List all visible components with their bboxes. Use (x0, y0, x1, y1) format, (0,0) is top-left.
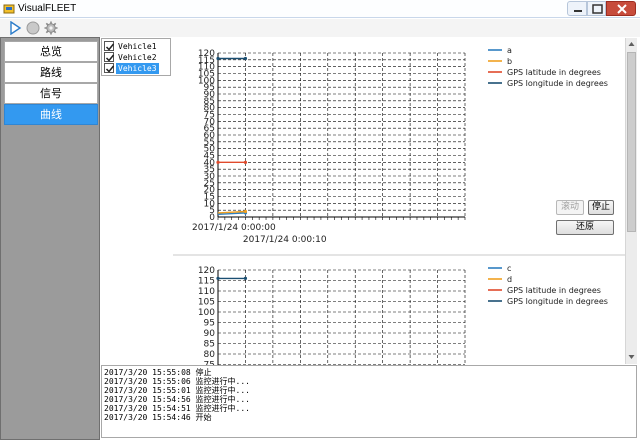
vehicle-label: Vehicle3 (116, 63, 159, 74)
legend-label: d (507, 275, 512, 284)
stop-icon[interactable] (26, 21, 40, 35)
legend-label: GPS latitude in degrees (507, 68, 601, 77)
title-bar: VisualFLEET (0, 0, 640, 18)
legend-label: GPS longitude in degrees (507, 297, 608, 306)
check-icon (105, 43, 115, 51)
y-tick-label: 90 (204, 329, 216, 339)
gear-icon[interactable] (44, 21, 58, 35)
data-point (216, 160, 220, 164)
minimize-button[interactable] (567, 1, 587, 16)
log-line: 2017/3/20 15:55:01 监控进行中... (104, 386, 250, 395)
stop-button[interactable]: 停止 (588, 200, 614, 215)
chart-separator (173, 254, 625, 256)
vehicle-checkbox[interactable] (104, 63, 115, 73)
maximize-icon (592, 4, 603, 14)
nav-item-curve[interactable]: 曲线 (4, 104, 98, 125)
y-tick-label: 120 (198, 49, 215, 59)
y-tick-label: 120 (198, 266, 215, 276)
navigation-panel: 总览 路线 信号 曲线 (0, 37, 100, 440)
vehicle-item[interactable]: Vehicle3 (104, 63, 170, 74)
log-line: 2017/3/20 15:54:51 监控进行中... (104, 404, 250, 413)
scroll-up-icon[interactable] (626, 38, 637, 50)
y-tick-label: 115 (198, 277, 215, 287)
vehicle-label: Vehicle1 (118, 42, 157, 51)
maximize-button[interactable] (587, 1, 606, 16)
chart-bottom: 6065707580859095100105110115120cdGPS lat… (198, 264, 608, 366)
y-tick-label: 80 (204, 350, 216, 360)
data-point (243, 56, 248, 61)
x-tick-label: 2017/1/24 0:00:00 (192, 223, 276, 233)
nav-item-overview[interactable]: 总览 (4, 41, 98, 62)
data-point (243, 209, 248, 214)
legend-label: GPS latitude in degrees (507, 286, 601, 295)
scroll-down-icon[interactable] (626, 351, 637, 363)
legend-label: b (507, 57, 512, 66)
close-button[interactable] (606, 1, 636, 16)
vertical-scrollbar[interactable] (625, 38, 637, 364)
log-line: 2017/3/20 15:54:56 监控进行中... (104, 395, 250, 404)
vehicle-list: Vehicle1 Vehicle2 Vehicle3 (101, 38, 171, 76)
data-point (216, 56, 220, 61)
legend-label: a (507, 46, 512, 55)
scrollbar-thumb[interactable] (627, 52, 636, 232)
vehicle-item[interactable]: Vehicle1 (104, 41, 170, 52)
nav-item-signal[interactable]: 信号 (4, 83, 98, 104)
app-icon (3, 4, 15, 14)
nav-item-route[interactable]: 路线 (4, 62, 98, 83)
close-icon (617, 4, 627, 14)
log-line: 2017/3/20 15:54:46 开始 (104, 413, 212, 422)
x-tick-label: 2017/1/24 0:00:10 (243, 235, 327, 245)
play-icon[interactable] (8, 21, 22, 35)
check-icon (105, 65, 115, 73)
vehicle-checkbox[interactable] (104, 41, 115, 51)
data-point (243, 160, 248, 164)
data-point (216, 276, 220, 280)
legend-label: GPS longitude in degrees (507, 79, 608, 88)
y-tick-label: 85 (204, 340, 215, 350)
minimize-icon (574, 10, 582, 12)
toolbar (0, 19, 640, 37)
y-tick-label: 110 (198, 287, 215, 297)
vehicle-item[interactable]: Vehicle2 (104, 52, 170, 63)
data-point (243, 276, 248, 280)
log-line: 2017/3/20 15:55:06 监控进行中... (104, 377, 250, 386)
vehicle-checkbox[interactable] (104, 52, 115, 62)
scroll-button[interactable]: 滚动 (556, 200, 584, 215)
reset-button[interactable]: 还原 (556, 220, 614, 235)
log-panel: 2017/3/20 15:55:08 停止 2017/3/20 15:55:06… (101, 365, 637, 438)
y-tick-label: 100 (198, 308, 215, 318)
window-title: VisualFLEET (18, 3, 77, 14)
legend-label: c (507, 264, 511, 273)
vehicle-label: Vehicle2 (118, 53, 157, 62)
y-tick-label: 95 (204, 319, 215, 329)
y-tick-label: 105 (198, 298, 215, 308)
log-line: 2017/3/20 15:55:08 停止 (104, 368, 212, 377)
check-icon (105, 54, 115, 62)
